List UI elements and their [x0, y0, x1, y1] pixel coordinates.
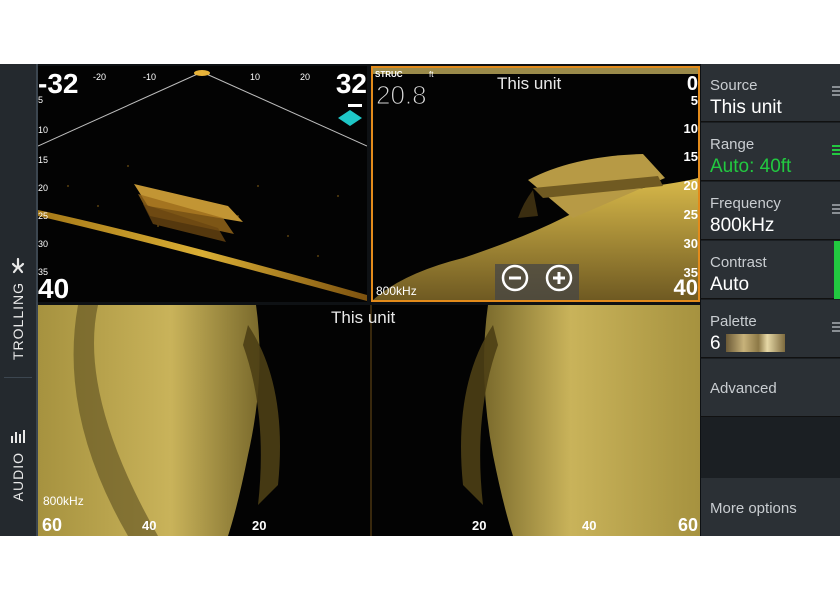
- side-tab-strip: TROLLING AUDIO: [0, 64, 38, 536]
- range-tick: 40: [142, 518, 157, 533]
- menu-item-contrast[interactable]: Contrast Auto: [701, 241, 840, 299]
- slider-grip-icon: [832, 145, 840, 159]
- tab-audio-label: AUDIO: [10, 452, 26, 502]
- menu-item-frequency[interactable]: Frequency 800kHz: [701, 182, 840, 240]
- depth-tick: 5: [38, 95, 44, 105]
- depth-tick: 15: [38, 155, 49, 165]
- frequency-label: 800kHz: [376, 284, 417, 298]
- sideview-sonar-image: [38, 66, 367, 302]
- bottom-depth-label: 40: [38, 273, 70, 303]
- menu-value: Auto: [710, 274, 750, 295]
- range-tick: 20: [300, 72, 311, 82]
- structure-scan-image: [38, 305, 700, 536]
- depth-tick: 10: [683, 121, 698, 136]
- menu-label: Advanced: [710, 380, 777, 397]
- sonar-display: TROLLING AUDIO -32 32 -20 -10 10 20 5 10…: [0, 64, 840, 536]
- depth-tick: 20: [38, 183, 49, 193]
- tab-trolling-label: TROLLING: [10, 282, 26, 361]
- range-tick: 10: [250, 72, 261, 82]
- depth-tick: 20: [683, 178, 698, 193]
- range-tick: 20: [252, 518, 267, 533]
- transducer-cone-icon: [338, 104, 362, 126]
- menu-item-source[interactable]: Source This unit: [701, 64, 840, 122]
- menu-label: Palette: [710, 313, 757, 330]
- structure-title: This unit: [331, 308, 396, 327]
- right-range-label: 32: [335, 68, 367, 99]
- menu-item-palette[interactable]: Palette 6: [701, 300, 840, 358]
- more-options-label: More options: [710, 500, 797, 517]
- menu-value: 6: [710, 333, 721, 354]
- depth-reading: 20.8: [376, 80, 428, 110]
- menu-value: This unit: [710, 97, 782, 118]
- menu-item-advanced[interactable]: Advanced: [701, 359, 840, 417]
- right-range-label: 60: [677, 515, 698, 535]
- range-tick: -10: [143, 72, 157, 82]
- structure-scan-pane[interactable]: This unit 800kHz 60 40 20 20 40 60: [38, 305, 700, 536]
- bottom-depth-label: 40: [673, 275, 698, 300]
- downscan-sonar-pane[interactable]: STRUC ft 20.8 This unit 0 5 10 15 20 25 …: [371, 66, 700, 302]
- menu-label: Contrast: [710, 254, 767, 271]
- palette-swatch: [726, 334, 785, 352]
- trolling-motor-icon: [11, 257, 25, 274]
- settings-menu: Source This unit Range Auto: 40ft Freque…: [701, 64, 840, 536]
- slider-grip-icon: [832, 86, 840, 100]
- downscan-title: This unit: [497, 74, 562, 93]
- depth-tick: 25: [38, 211, 49, 221]
- menu-label: Range: [710, 136, 755, 153]
- menu-item-range[interactable]: Range Auto: 40ft: [701, 123, 840, 181]
- depth-tick: 25: [683, 207, 698, 222]
- sideview-sonar-pane[interactable]: -32 32 -20 -10 10 20 5 10 15 20 25 30 35…: [38, 66, 367, 302]
- depth-tick: 5: [690, 93, 698, 108]
- audio-bars-icon: [11, 430, 25, 443]
- slider-grip-icon: [832, 204, 840, 218]
- range-tick: 40: [582, 518, 597, 533]
- menu-label: Frequency: [710, 195, 781, 212]
- menu-label: Source: [710, 77, 758, 94]
- contrast-level-bar[interactable]: [834, 241, 840, 299]
- more-options-button[interactable]: More options: [701, 478, 840, 536]
- range-tick: 20: [472, 518, 487, 533]
- minus-circle-icon[interactable]: [501, 264, 529, 292]
- menu-value: Auto: 40ft: [710, 156, 792, 177]
- menu-value: 800kHz: [710, 215, 775, 236]
- depth-tick: 15: [683, 149, 698, 164]
- plus-circle-icon[interactable]: [545, 264, 573, 292]
- tab-trolling[interactable]: TROLLING: [0, 256, 36, 360]
- left-range-label: 60: [42, 515, 63, 535]
- zoom-controls: [495, 264, 579, 300]
- depth-tick: 10: [38, 125, 49, 135]
- source-label: STRUC: [375, 70, 403, 79]
- depth-tick: 30: [683, 236, 698, 251]
- left-range-label: -32: [38, 68, 79, 99]
- depth-tick: 30: [38, 239, 49, 249]
- tab-divider: [4, 377, 32, 378]
- frequency-label: 800kHz: [43, 494, 84, 508]
- slider-grip-icon: [832, 322, 840, 336]
- tab-audio[interactable]: AUDIO: [0, 426, 36, 501]
- range-tick: -20: [93, 72, 107, 82]
- source-unit: ft: [429, 70, 434, 79]
